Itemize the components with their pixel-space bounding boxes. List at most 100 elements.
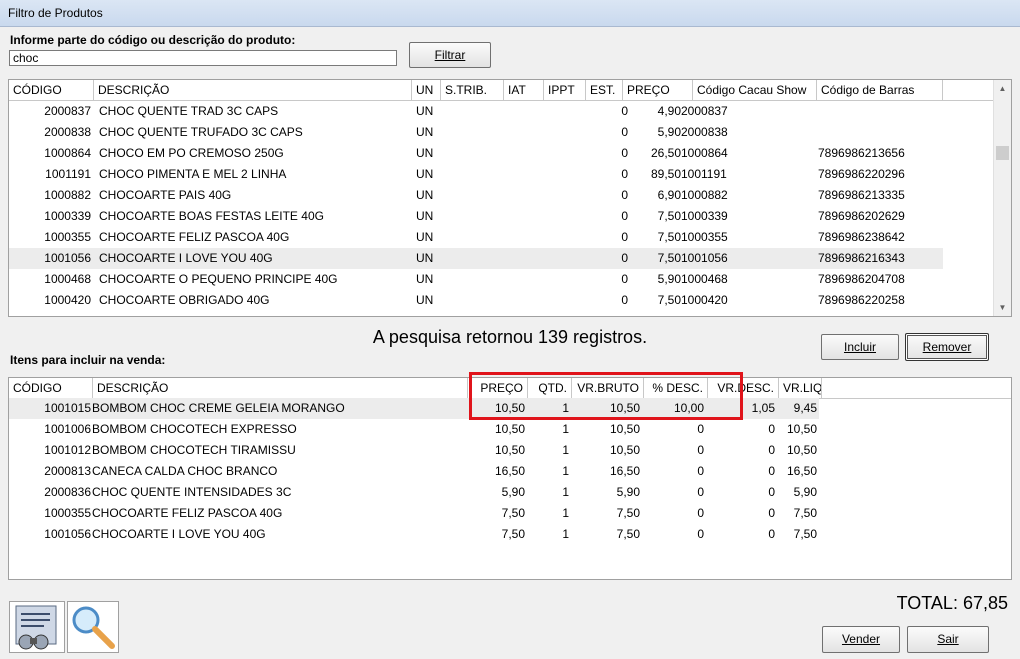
filter-button[interactable]: Filtrar <box>409 42 491 68</box>
col-descricao[interactable]: DESCRIÇÃO <box>93 378 468 398</box>
cell-barras: 7896986213656 <box>818 146 905 160</box>
report-icon[interactable] <box>9 601 65 653</box>
vender-button[interactable]: Vender <box>822 626 900 653</box>
cell-barras: 7896986216343 <box>818 251 905 265</box>
cell-est: 0 <box>621 104 628 118</box>
magnifier-icon[interactable] <box>67 601 119 653</box>
cell-barras: 7896986204708 <box>818 272 905 286</box>
cell-cacau: 2000837 <box>681 104 728 118</box>
col-codigo[interactable]: CÓDIGO <box>9 378 93 398</box>
cell-est: 0 <box>621 272 628 286</box>
table-row[interactable]: 2000837 CHOC QUENTE TRAD 3C CAPS UN 0 4,90 20… <box>9 101 943 122</box>
cell-barras: 7896986213335 <box>818 188 905 202</box>
cell-pdesc: 0 <box>697 485 704 499</box>
cell-bruto: 5,90 <box>616 485 640 499</box>
cell-pdesc: 0 <box>697 506 704 520</box>
cell-descricao: BOMBOM CHOC CREME GELEIA MORANGO <box>92 401 345 415</box>
table-row[interactable]: 1001191 CHOCO PIMENTA E MEL 2 LINHA UN 0 89,… <box>9 164 943 185</box>
col-descricao[interactable]: DESCRIÇÃO <box>94 80 412 100</box>
cell-preco: 5,90 <box>657 272 681 286</box>
cell-descricao: CHOC QUENTE TRUFADO 3C CAPS <box>99 125 303 139</box>
cell-codigo: 1000421 <box>9 311 91 316</box>
table-row[interactable]: 1000355 CHOCOARTE FELIZ PASCOA 40G UN 0 7,50… <box>9 227 943 248</box>
cell-codigo: 2000838 <box>44 125 91 139</box>
table-row[interactable]: 1001056 CHOCOARTE I LOVE YOU 40G 7,50 1 7,50… <box>9 524 819 545</box>
cell-codigo: 2000837 <box>44 104 91 118</box>
items-label: Itens para incluir na venda: <box>10 353 166 367</box>
col-barras[interactable]: Código de Barras <box>817 80 943 100</box>
table-row[interactable]: 1000882 CHOCOARTE PAIS 40G UN 0 6,90 1000882 7… <box>9 185 943 206</box>
cell-vdesc: 0 <box>768 527 775 541</box>
cell-est: 0 <box>621 293 628 307</box>
cell-un: UN <box>416 146 434 160</box>
cell-cacau: 1001191 <box>681 167 727 181</box>
cell-est: 0 <box>586 311 628 316</box>
scroll-thumb[interactable] <box>996 146 1009 160</box>
cell-preco: 26,50 <box>650 146 681 160</box>
col-vrliq[interactable]: VR.LIQ. <box>779 378 822 398</box>
cell-codigo: 2000836 <box>44 485 91 499</box>
table-row[interactable]: 2000838 CHOC QUENTE TRUFADO 3C CAPS UN 0 5,9… <box>9 122 943 143</box>
cell-barras: 7896986238642 <box>818 230 905 244</box>
cell-qtd: 1 <box>562 485 569 499</box>
cell-descricao: CHOCO PIMENTA E MEL 2 LINHA <box>99 167 287 181</box>
table-row[interactable]: 1001006 BOMBOM CHOCOTECH EXPRESSO 10,50 1 10… <box>9 419 819 440</box>
cell-qtd: 1 <box>562 422 569 436</box>
cell-codigo: 2000813 <box>44 464 91 478</box>
cell-bruto: 7,50 <box>616 506 640 520</box>
col-ippt[interactable]: IPPT <box>544 80 586 100</box>
cell-barras <box>818 101 943 122</box>
incluir-button[interactable]: Incluir <box>821 334 899 360</box>
col-codigo[interactable]: CÓDIGO <box>9 80 94 100</box>
col-preco[interactable]: PREÇO <box>623 80 693 100</box>
cell-preco: 10,50 <box>494 422 525 436</box>
cell-preco: 4,90 <box>657 104 681 118</box>
cell-descricao: CHOC QUENTE INTENSIDADES 3C <box>92 485 292 499</box>
cell-bruto: 16,50 <box>609 464 640 478</box>
table-row[interactable]: 1000420 CHOCOARTE OBRIGADO 40G UN 0 7,50 1000… <box>9 290 943 311</box>
cell-qtd: 1 <box>562 443 569 457</box>
title-bar: Filtro de Produtos <box>0 0 1020 27</box>
col-un[interactable]: UN <box>412 80 441 100</box>
cell-codigo: 1000355 <box>44 506 91 520</box>
cell-codigo: 1001012 <box>44 443 91 457</box>
table-row[interactable]: 1000355 CHOCOARTE FELIZ PASCOA 40G 7,50 1 7,… <box>9 503 819 524</box>
table-row[interactable]: 1000421CHOCOARTE PARABENS 40GUN07,501000… <box>9 311 943 316</box>
cell-est: 0 <box>621 230 628 244</box>
cell-preco: 7,50 <box>657 293 681 307</box>
scroll-down-icon[interactable]: ▼ <box>994 299 1011 316</box>
cell-liq: 16,50 <box>786 464 817 478</box>
cell-descricao: BOMBOM CHOCOTECH TIRAMISSU <box>92 443 296 457</box>
table-row[interactable]: 2000836 CHOC QUENTE INTENSIDADES 3C 5,90 1 5… <box>9 482 819 503</box>
table-row[interactable]: 1001056 CHOCOARTE I LOVE YOU 40G UN 0 7,50 10… <box>9 248 943 269</box>
table-row[interactable]: 2000813 CANECA CALDA CHOC BRANCO 16,50 1 16,… <box>9 461 819 482</box>
cell-preco: 6,90 <box>657 188 681 202</box>
table-row[interactable]: 1000864 CHOCO EM PO CREMOSO 250G UN 0 26,50 1… <box>9 143 943 164</box>
cell-preco: 5,90 <box>501 485 525 499</box>
cell-descricao: CHOCOARTE BOAS FESTAS LEITE 40G <box>99 209 324 223</box>
cell-cacau: 2000838 <box>681 125 728 139</box>
cell-codigo: 1000864 <box>44 146 91 160</box>
cell-cacau: 1000864 <box>681 146 728 160</box>
cell-est: 0 <box>621 209 628 223</box>
col-est[interactable]: EST. <box>586 80 623 100</box>
cell-cacau: 1000420 <box>681 293 728 307</box>
table-row[interactable]: 1001012 BOMBOM CHOCOTECH TIRAMISSU 10,50 1 1… <box>9 440 819 461</box>
table-row[interactable]: 1000339 CHOCOARTE BOAS FESTAS LEITE 40G UN… <box>9 206 943 227</box>
scroll-up-icon[interactable]: ▲ <box>994 80 1011 97</box>
sair-button[interactable]: Sair <box>907 626 989 653</box>
col-strib[interactable]: S.TRIB. <box>441 80 504 100</box>
search-input[interactable] <box>9 50 397 66</box>
col-cacau[interactable]: Código Cacau Show <box>693 80 817 100</box>
cell-cacau: 1000421 <box>681 311 791 316</box>
cell-descricao: CHOCOARTE FELIZ PASCOA 40G <box>99 230 290 244</box>
products-grid[interactable]: CÓDIGO DESCRIÇÃO UN S.TRIB. IAT IPPT EST… <box>8 79 1012 317</box>
products-scrollbar[interactable]: ▲ ▼ <box>993 80 1011 316</box>
cell-un: UN <box>416 188 434 202</box>
col-iat[interactable]: IAT <box>504 80 544 100</box>
cell-preco: 7,50 <box>657 209 681 223</box>
cell-preco: 5,90 <box>657 125 681 139</box>
cell-est: 0 <box>621 251 628 265</box>
remover-button[interactable]: Remover <box>905 333 989 361</box>
table-row[interactable]: 1000468 CHOCOARTE O PEQUENO PRINCIPE 40G U… <box>9 269 943 290</box>
